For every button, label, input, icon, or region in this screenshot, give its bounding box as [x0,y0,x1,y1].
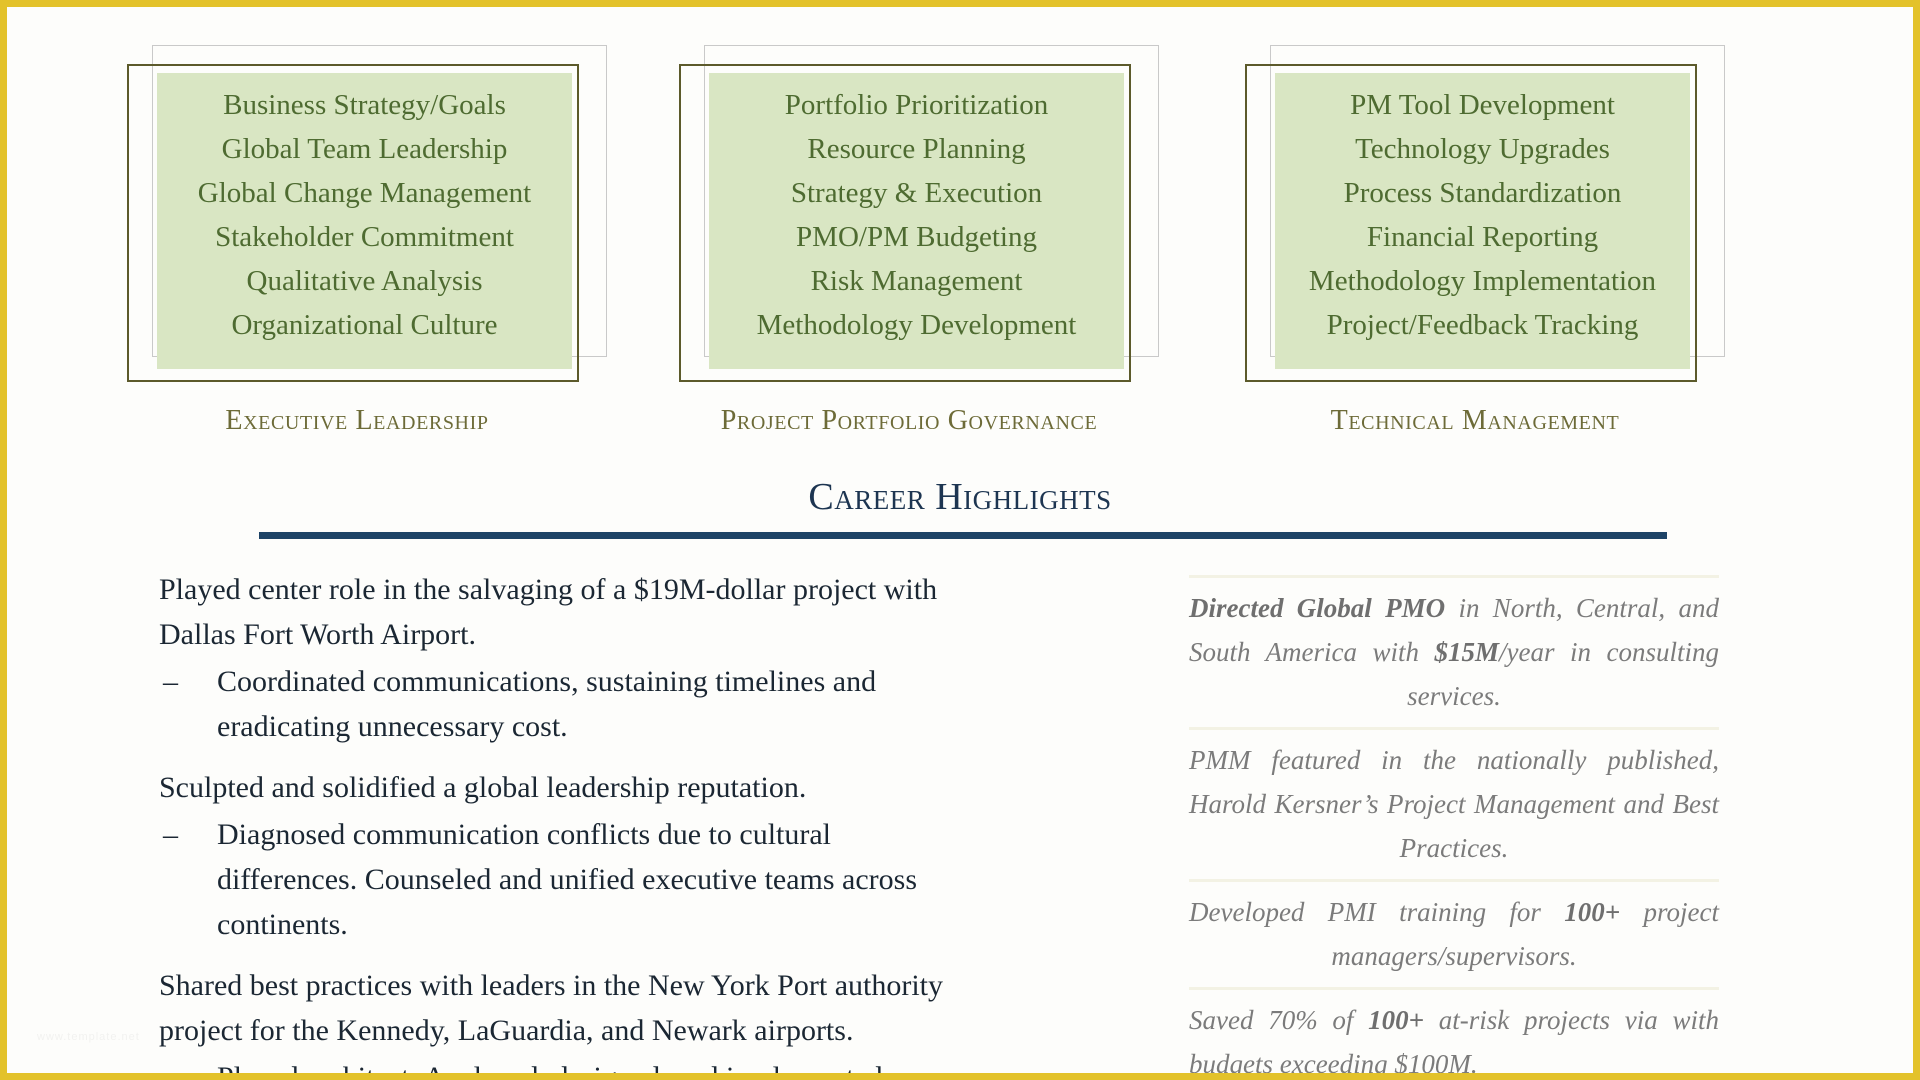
career-detail: – Diagnosed communication conflicts due … [159,812,959,947]
skill-item: PM Tool Development [1350,89,1615,121]
skill-item: Technology Upgrades [1355,133,1610,165]
highlight-item: PMM featured in the nationally published… [1189,727,1719,879]
skill-item: Risk Management [810,265,1023,297]
skill-box-technical-management: PM Tool Development Technology Upgrades … [1245,37,1735,437]
skill-list-panel: Portfolio Prioritization Resource Planni… [709,73,1124,369]
section-divider-rule [259,532,1667,539]
skill-item: Strategy & Execution [790,177,1043,209]
skills-row: Business Strategy/Goals Global Team Lead… [7,37,1913,437]
highlights-column: Directed Global PMO in North, Central, a… [1189,575,1719,1073]
skill-item: Methodology Development [756,309,1077,341]
career-detail: – Coordinated communications, sustaining… [159,659,959,749]
skill-item: Project/Feedback Tracking [1326,309,1639,341]
career-entries-column: Played center role in the salvaging of a… [159,567,959,1073]
page-border-frame: Business Strategy/Goals Global Team Lead… [0,0,1920,1080]
career-entry: Shared best practices with leaders in th… [159,963,959,1073]
skill-list-panel: Business Strategy/Goals Global Team Lead… [157,73,572,369]
skill-item: Global Team Leadership [221,133,508,165]
skill-box-caption: Project Portfolio Governance [720,405,1098,436]
body-content-area: Played center role in the salvaging of a… [7,567,1913,1073]
skill-item: Qualitative Analysis [246,265,483,297]
highlight-mid-text: Developed PMI training for [1189,897,1565,927]
section-title-career-highlights: Career Highlights [808,476,1112,518]
highlight-item: Directed Global PMO in North, Central, a… [1189,575,1719,727]
skill-box-caption: Executive Leadership [225,405,489,436]
career-entry: Played center role in the salvaging of a… [159,567,959,749]
skill-item: Global Change Management [197,177,532,209]
highlight-bold-value: 100+ [1368,1005,1425,1035]
skill-box-caption: Technical Management [1330,405,1620,436]
dash-bullet-icon: – [163,1055,178,1073]
highlight-bold-value: $15M [1434,637,1500,667]
highlight-mid-text: Saved 70% of [1189,1005,1369,1035]
career-statement: Sculpted and solidified a global leaders… [159,771,807,804]
highlight-lead-bold: Directed Global PMO [1189,593,1446,623]
skill-box-executive-leadership: Business Strategy/Goals Global Team Lead… [127,37,617,437]
dash-bullet-icon: – [163,818,178,851]
skill-item: Business Strategy/Goals [223,89,506,121]
skill-item: Resource Planning [807,133,1026,165]
career-statement: Shared best practices with leaders in th… [159,969,943,1047]
highlight-bold-value: 100+ [1564,897,1621,927]
page-canvas: Business Strategy/Goals Global Team Lead… [7,7,1913,1073]
career-entry: Sculpted and solidified a global leaders… [159,765,959,947]
career-statement: Played center role in the salvaging of a… [159,573,938,651]
highlight-item: Developed PMI training for 100+ project … [1189,879,1719,987]
skill-item: Financial Reporting [1366,221,1599,253]
skill-list-panel: PM Tool Development Technology Upgrades … [1275,73,1690,369]
career-detail-text: Diagnosed communication conflicts due to… [217,818,918,941]
career-detail-text: Coordinated communications, sustaining t… [217,665,877,743]
skill-box-project-portfolio-governance: Portfolio Prioritization Resource Planni… [679,37,1169,437]
dash-bullet-icon: – [163,665,178,698]
watermark-text: www.template.net [37,1031,140,1043]
skill-item: PMO/PM Budgeting [796,221,1037,253]
skill-item: Portfolio Prioritization [784,89,1049,121]
career-detail: – Played architect: Analyzed, designed, … [159,1055,959,1073]
highlight-item: Saved 70% of 100+ at-risk projects via w… [1189,987,1719,1073]
skill-item: Organizational Culture [231,309,498,341]
highlight-mid-text: PMM featured in the nationally published… [1189,745,1719,863]
career-detail-text: Played architect: Analyzed, designed, an… [217,1061,883,1073]
skill-item: Methodology Implementation [1308,265,1657,297]
skill-item: Stakeholder Commitment [215,221,514,253]
skill-item: Process Standardization [1343,177,1622,209]
